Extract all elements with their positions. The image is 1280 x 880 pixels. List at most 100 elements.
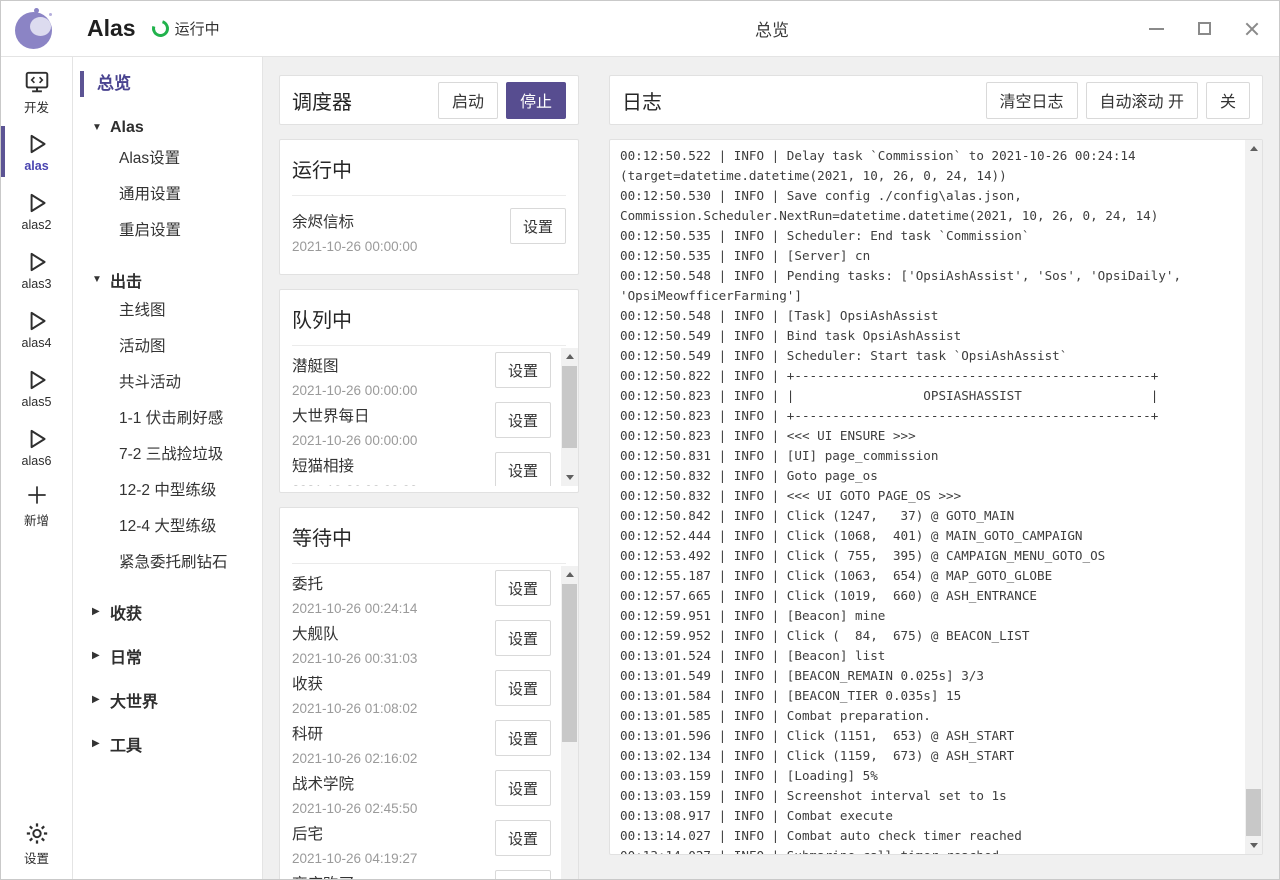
sidebar-item[interactable]: 重启设置 (73, 213, 262, 249)
scrollbar-thumb[interactable] (562, 584, 577, 742)
sidebar-item[interactable]: 主线图 (73, 293, 262, 329)
scroll-down-icon[interactable] (561, 874, 578, 880)
sidebar-item[interactable]: 12-4 大型练级 (73, 509, 262, 545)
sidebar-group[interactable]: ▶ 大世界 (73, 686, 262, 713)
iconbar-item-label: alas5 (22, 395, 52, 409)
task-setting-button[interactable]: 设置 (495, 352, 551, 388)
sidebar-item[interactable]: 活动图 (73, 329, 262, 365)
iconbar-item-label: 设置 (24, 848, 49, 867)
iconbar-item-alas[interactable]: alas (1, 122, 72, 181)
gear-icon (24, 820, 50, 846)
plus-icon (24, 482, 50, 508)
log-column: 日志 清空日志 自动滚动 开 关 00:12:50.522 | INFO | D… (609, 75, 1263, 855)
sidebar-group-label: 日常 (110, 644, 142, 668)
clear-log-button[interactable]: 清空日志 (986, 82, 1078, 119)
app-title: Alas (87, 15, 136, 42)
sidebar-item[interactable]: 12-2 中型练级 (73, 473, 262, 509)
log-panel[interactable]: 00:12:50.522 | INFO | Delay task `Commis… (609, 139, 1263, 855)
scroll-down-icon[interactable] (1245, 837, 1262, 854)
play-icon (24, 367, 50, 393)
waiting-scrollbar[interactable] (561, 566, 578, 880)
scheduler-column: 调度器 启动 停止 运行中 余烬信标 2021-10-26 00:00:00 设… (279, 75, 579, 855)
start-button[interactable]: 启动 (438, 82, 498, 119)
minimize-icon (1149, 28, 1164, 30)
task-row: 短猫相接 2021-10-26 00:00:00 设置 (292, 448, 578, 486)
task-row: 收获 2021-10-26 01:08:02 设置 (292, 666, 578, 716)
sidebar-group[interactable]: ▼ 出击 (73, 266, 262, 293)
scheduler-header: 调度器 启动 停止 (279, 75, 579, 125)
scheduler-status: 运行中 (152, 18, 220, 39)
iconbar-item-label: alas2 (22, 218, 52, 232)
task-row: 潜艇图 2021-10-26 00:00:00 设置 (292, 348, 578, 398)
task-setting-button[interactable]: 设置 (495, 620, 551, 656)
iconbar-item-add[interactable]: 新增 (1, 476, 72, 535)
iconbar-item-label: alas4 (22, 336, 52, 350)
sidebar-item[interactable]: 7-2 三战捡垃圾 (73, 437, 262, 473)
sidebar-group[interactable]: ▶ 日常 (73, 642, 262, 669)
task-setting-button[interactable]: 设置 (495, 402, 551, 438)
section-title: 运行中 (292, 150, 578, 195)
waiting-card: 等待中 委托 2021-10-26 00:24:14 设置 大舰队 2021-1… (279, 507, 579, 880)
sidebar-group-label: 大世界 (110, 688, 158, 712)
autoscroll-on-button[interactable]: 自动滚动 开 (1086, 82, 1198, 119)
task-setting-button[interactable]: 设置 (495, 720, 551, 756)
scrollbar-thumb[interactable] (1246, 789, 1261, 836)
sidebar-item[interactable]: 共斗活动 (73, 365, 262, 401)
close-icon (1244, 21, 1260, 37)
task-setting-button[interactable]: 设置 (495, 820, 551, 856)
iconbar-item-label: 新增 (24, 510, 49, 529)
sidebar-item-overview[interactable]: 总览 (80, 71, 262, 97)
task-setting-button[interactable]: 设置 (495, 570, 551, 606)
stop-button[interactable]: 停止 (506, 82, 566, 119)
iconbar-item-dev[interactable]: 开发 (1, 63, 72, 122)
scroll-up-icon[interactable] (561, 566, 578, 583)
maximize-icon (1198, 22, 1211, 35)
maximize-button[interactable] (1195, 20, 1213, 38)
sidebar-group[interactable]: ▶ 收获 (73, 598, 262, 625)
iconbar-item-alas4[interactable]: alas4 (1, 299, 72, 358)
task-setting-button[interactable]: 设置 (510, 208, 566, 244)
alas-app-window: Alas 运行中 总览 开发 alas alas2 alas (0, 0, 1280, 880)
iconbar-item-label: alas6 (22, 454, 52, 468)
log-scrollbar[interactable] (1245, 140, 1262, 854)
status-label: 运行中 (175, 18, 220, 39)
task-row: 商店购买 设置 (292, 866, 578, 880)
chevron-icon: ▼ (92, 274, 103, 285)
sidebar-item[interactable]: 1-1 伏击刷好感 (73, 401, 262, 437)
scroll-up-icon[interactable] (1245, 140, 1262, 157)
autoscroll-off-button[interactable]: 关 (1206, 82, 1250, 119)
play-icon (24, 190, 50, 216)
task-setting-button[interactable]: 设置 (495, 770, 551, 806)
sidebar-item[interactable]: 通用设置 (73, 177, 262, 213)
code-monitor-icon (24, 69, 50, 95)
queued-scrollbar[interactable] (561, 348, 578, 486)
iconbar-item-alas3[interactable]: alas3 (1, 240, 72, 299)
iconbar-item-alas5[interactable]: alas5 (1, 358, 72, 417)
sidebar-item[interactable]: 紧急委托刷钻石 (73, 545, 262, 581)
sidebar-group[interactable]: ▼ Alas (73, 114, 262, 141)
sidebar-group[interactable]: ▶ 工具 (73, 730, 262, 757)
iconbar-item-label: alas3 (22, 277, 52, 291)
sidebar-group-label: 出击 (110, 268, 142, 292)
sidebar-item[interactable]: Alas设置 (73, 141, 262, 177)
task-row: 后宅 2021-10-26 04:19:27 设置 (292, 816, 578, 866)
scroll-up-icon[interactable] (561, 348, 578, 365)
task-setting-button[interactable]: 设置 (495, 870, 551, 880)
instance-rail: 开发 alas alas2 alas3 alas4 alas5 alas6 新增 (1, 57, 73, 879)
task-setting-button[interactable]: 设置 (495, 670, 551, 706)
title-bar: Alas 运行中 总览 (1, 1, 1279, 57)
iconbar-item-alas2[interactable]: alas2 (1, 181, 72, 240)
chevron-icon: ▶ (92, 650, 103, 661)
alas-logo-icon (13, 7, 57, 51)
menu-sidebar: 总览 ▼ Alas Alas设置通用设置重启设置 ▼ 出击 主线图活动图共斗活动… (73, 57, 263, 879)
scroll-down-icon[interactable] (561, 469, 578, 486)
iconbar-item-alas6[interactable]: alas6 (1, 417, 72, 476)
scrollbar-thumb[interactable] (562, 366, 577, 448)
task-row: 大舰队 2021-10-26 00:31:03 设置 (292, 616, 578, 666)
task-setting-button[interactable]: 设置 (495, 452, 551, 486)
task-row: 大世界每日 2021-10-26 00:00:00 设置 (292, 398, 578, 448)
iconbar-item-settings[interactable]: 设置 (1, 814, 72, 873)
minimize-button[interactable] (1147, 20, 1165, 38)
close-button[interactable] (1243, 20, 1261, 38)
scheduler-title: 调度器 (292, 86, 352, 115)
